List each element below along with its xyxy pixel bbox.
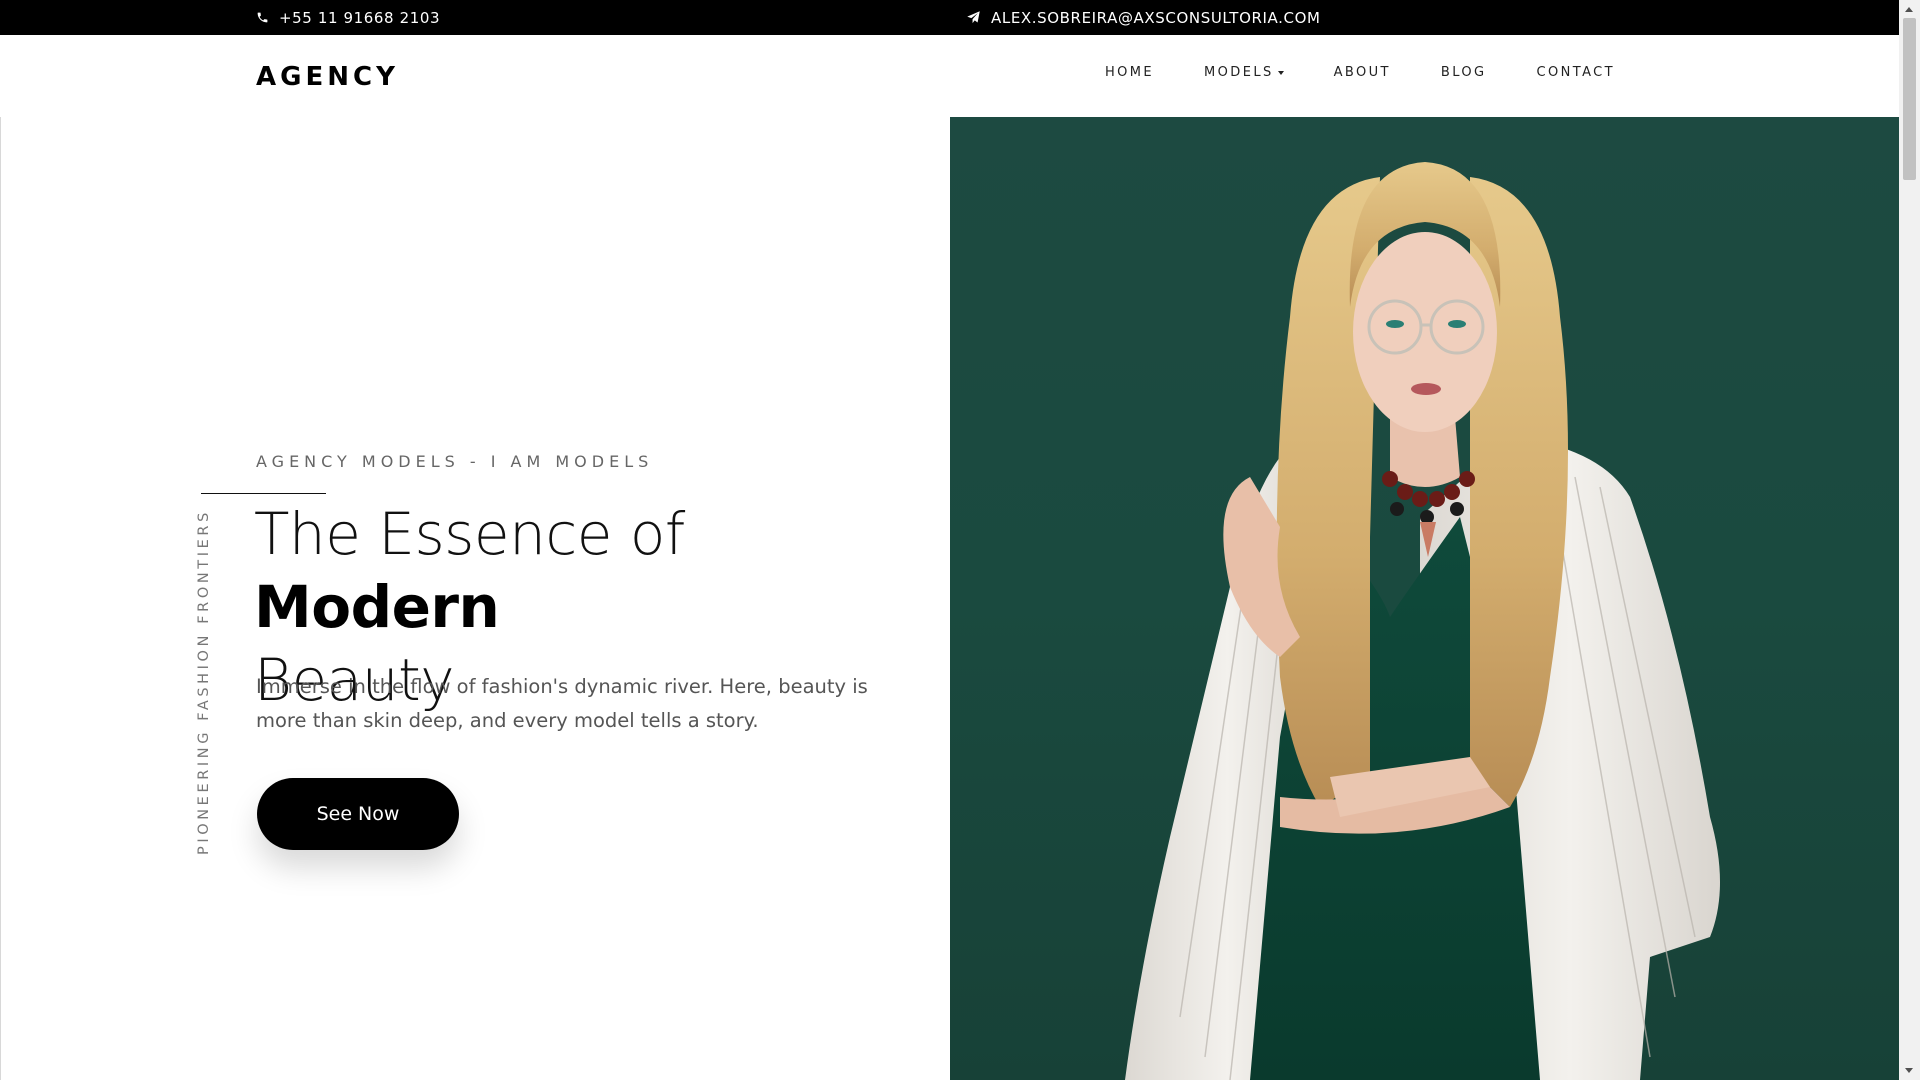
see-now-button[interactable]: See Now	[257, 778, 459, 850]
model-illustration	[1125, 162, 1720, 1080]
scroll-down-arrow-icon[interactable]	[1905, 1068, 1913, 1073]
scroll-up-arrow-icon[interactable]	[1905, 7, 1913, 12]
nav-item-blog[interactable]: BLOG	[1441, 65, 1487, 80]
site-logo[interactable]: AGENCY	[256, 62, 399, 92]
headline-bold: Modern	[254, 573, 500, 641]
hero-description: Immerse in the flow of fashion's dynamic…	[256, 675, 868, 732]
top-contact-bar: +55 11 91668 2103 ALEX.SOBREIRA@AXSCONSU…	[0, 0, 1899, 35]
main-nav: HOME MODELS ABOUT BLOG CONTACT	[1105, 65, 1615, 80]
phone-icon	[256, 11, 269, 24]
chevron-down-icon	[1277, 71, 1284, 75]
nav-item-home[interactable]: HOME	[1105, 65, 1154, 80]
nav-label: BLOG	[1440, 65, 1487, 80]
site-header: AGENCY HOME MODELS ABOUT BLOG CONTACT	[0, 35, 1899, 117]
nav-label: ABOUT	[1333, 65, 1391, 80]
nav-item-contact[interactable]: CONTACT	[1537, 65, 1615, 80]
hero-model-image	[950, 117, 1899, 1080]
nav-label: CONTACT	[1536, 65, 1615, 80]
nav-label: MODELS	[1204, 65, 1274, 80]
scrollbar-thumb[interactable]	[1903, 18, 1916, 180]
email-address: ALEX.SOBREIRA@AXSCONSULTORIA.COM	[991, 8, 1321, 27]
contact-email[interactable]: ALEX.SOBREIRA@AXSCONSULTORIA.COM	[966, 0, 1321, 35]
divider-line	[201, 493, 326, 494]
nav-item-about[interactable]: ABOUT	[1334, 65, 1391, 80]
nav-label: HOME	[1105, 65, 1155, 80]
phone-number: +55 11 91668 2103	[279, 8, 441, 27]
contact-phone[interactable]: +55 11 91668 2103	[256, 0, 440, 35]
nav-item-models[interactable]: MODELS	[1204, 65, 1284, 80]
vertical-tagline: PIONEERING FASHION FRONTIERS	[196, 509, 212, 855]
hero-eyebrow: AGENCY MODELS - I AM MODELS	[256, 452, 654, 471]
paper-plane-icon	[966, 10, 981, 25]
left-border	[0, 117, 1, 1080]
page-scrollbar[interactable]	[1899, 0, 1920, 1080]
headline-regular: The Essence of	[254, 500, 685, 568]
